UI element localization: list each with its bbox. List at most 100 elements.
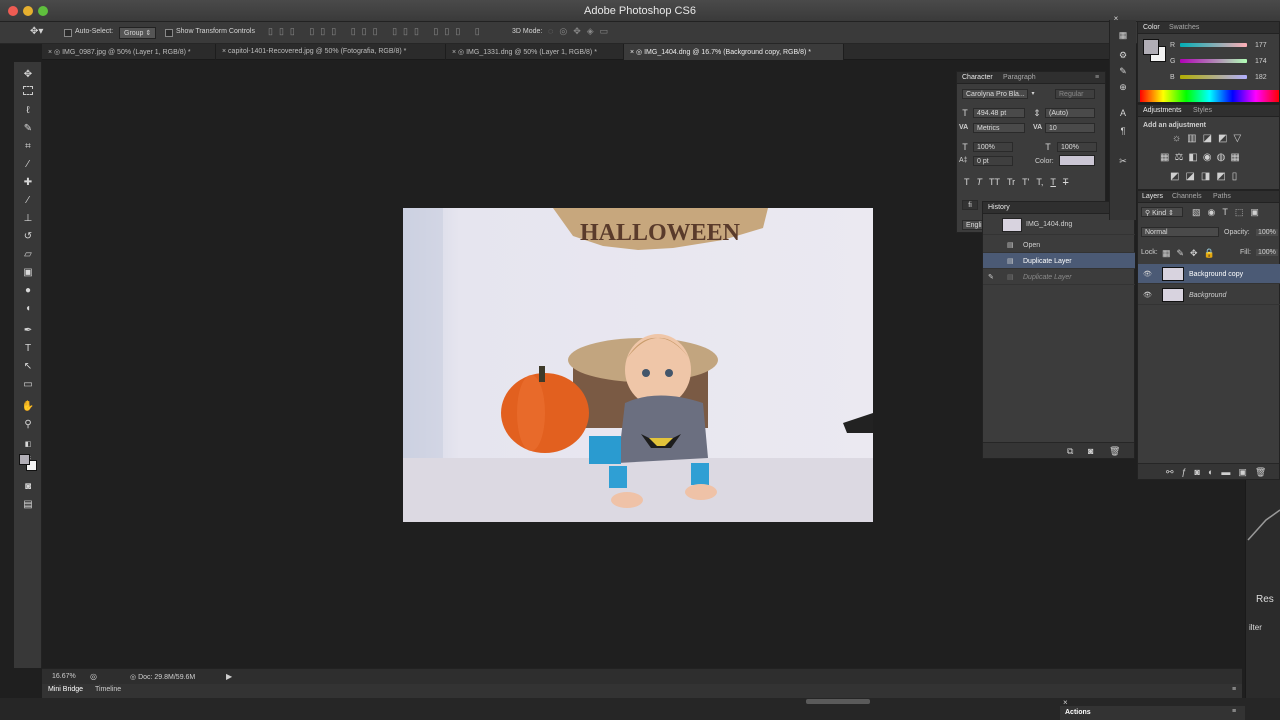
layer-footer-icons[interactable]: ⚯ƒ◙◐▬▣🗑 xyxy=(1166,467,1274,478)
screen-mode-icon[interactable]: ▤ xyxy=(21,498,35,512)
color-fg-swatch[interactable] xyxy=(1143,39,1159,55)
b-slider[interactable] xyxy=(1180,75,1247,79)
foreground-color-swatch[interactable] xyxy=(19,454,30,465)
path-selection-tool-icon[interactable]: ↖ xyxy=(21,360,35,374)
swap-colors-icon[interactable]: ◧ ⇆ xyxy=(21,438,35,462)
lasso-tool-icon[interactable]: ℓ xyxy=(21,104,35,118)
blend-mode-select[interactable]: Normal xyxy=(1141,227,1219,237)
r-slider[interactable] xyxy=(1180,43,1247,47)
rectangle-tool-icon[interactable]: ▭ xyxy=(21,378,35,392)
eyedropper-tool-icon[interactable]: ⁄ xyxy=(21,158,35,172)
properties-panel-icon[interactable]: ⚙ xyxy=(1118,50,1128,60)
layer-row-selected[interactable]: 👁 Background copy xyxy=(1138,264,1280,284)
style-button[interactable]: T xyxy=(1050,177,1056,187)
panel-menu-icon[interactable]: ≡ xyxy=(1095,74,1099,81)
healing-brush-tool-icon[interactable]: ✚ xyxy=(21,176,35,190)
auto-select-checkbox[interactable] xyxy=(64,29,72,37)
move-tool-icon[interactable]: ✥ xyxy=(21,68,35,82)
clone-source-icon[interactable]: ⊕ xyxy=(1118,82,1128,92)
tab-color[interactable]: Color xyxy=(1143,24,1160,31)
leading-field[interactable]: (Auto) xyxy=(1045,108,1095,118)
font-family-field[interactable]: Carolyna Pro Bla... xyxy=(962,89,1028,99)
move-tool-preset-icon[interactable]: ✥▾ xyxy=(30,26,43,37)
brush-panel-icon[interactable]: ✎ xyxy=(1118,66,1128,76)
kerning-field[interactable]: Metrics xyxy=(973,123,1025,133)
gradient-tool-icon[interactable]: ▣ xyxy=(21,266,35,280)
tab-paths[interactable]: Paths xyxy=(1213,193,1231,200)
tab-channels[interactable]: Channels xyxy=(1172,193,1202,200)
dock-scrollbar[interactable] xyxy=(806,699,870,704)
history-item-selected[interactable]: ▤ Duplicate Layer xyxy=(983,253,1135,269)
baseline-shift-field[interactable]: 0 pt xyxy=(973,156,1013,166)
adjustment-icons-row-2[interactable]: ▦⚖◧◉◍▦ xyxy=(1160,152,1245,163)
auto-select-dropdown[interactable]: Group ⇕ xyxy=(119,27,157,39)
history-item[interactable]: ✎ ▤ Duplicate Layer xyxy=(983,269,1135,285)
tab-swatches[interactable]: Swatches xyxy=(1169,24,1199,31)
style-button[interactable]: Tr xyxy=(1007,177,1015,187)
g-value[interactable]: 174 xyxy=(1255,58,1267,65)
status-menu-arrow[interactable]: ▶ xyxy=(226,672,232,681)
opacity-value[interactable]: 100% xyxy=(1256,229,1278,236)
adjustment-icons-row-3[interactable]: ◩◪◨◩▯ xyxy=(1170,171,1243,182)
doc-tab[interactable]: × ◎ IMG_0987.jpg @ 50% (Layer 1, RGB/8) … xyxy=(42,44,216,60)
font-size-field[interactable]: 494.48 pt xyxy=(973,108,1025,118)
3d-mode-icons[interactable]: ◌◎✥◈▭ xyxy=(548,26,614,37)
close-icon[interactable]: × xyxy=(222,48,226,55)
style-button[interactable]: T xyxy=(977,177,983,187)
history-panel-icon[interactable]: ▦ xyxy=(1118,30,1128,40)
ligature-button[interactable]: fi xyxy=(962,200,978,210)
marquee-tool-icon[interactable] xyxy=(23,86,33,95)
pen-tool-icon[interactable]: ✒ xyxy=(21,324,35,338)
panel-menu-icon[interactable]: ≡ xyxy=(1232,686,1236,693)
eye-icon[interactable]: 👁 xyxy=(1143,291,1152,299)
panel-menu-icon[interactable]: ≡ xyxy=(1232,708,1236,715)
style-button[interactable]: T xyxy=(1063,177,1069,187)
fill-value[interactable]: 100% xyxy=(1256,249,1278,256)
tracking-field[interactable]: 10 xyxy=(1045,123,1095,133)
tab-layers[interactable]: Layers xyxy=(1142,193,1163,200)
type-tool-icon[interactable]: T xyxy=(21,342,35,356)
chevron-down-icon[interactable]: ▾ xyxy=(1028,89,1038,99)
brush-tool-icon[interactable]: ⁄ xyxy=(21,194,35,208)
hand-tool-icon[interactable]: ✋ xyxy=(21,400,35,414)
layer-name[interactable]: Background xyxy=(1189,292,1226,299)
trash-icon[interactable]: 🗑 xyxy=(1109,446,1120,457)
style-button[interactable]: T, xyxy=(1036,177,1043,187)
tab-paragraph[interactable]: Paragraph xyxy=(1003,74,1036,81)
crop-tool-icon[interactable]: ⌗ xyxy=(21,140,35,154)
tab-adjustments[interactable]: Adjustments xyxy=(1143,107,1182,114)
align-buttons-icon[interactable]: ▯▯▯ ▯▯▯ ▯▯▯ ▯▯▯ ▯▯▯ ▯ xyxy=(268,26,486,37)
color-spectrum-ramp[interactable] xyxy=(1140,90,1279,102)
doc-tab[interactable]: × capitol-1401-Recovered.jpg @ 50% (Foto… xyxy=(216,44,446,60)
new-document-icon[interactable]: ⧉ xyxy=(1067,446,1073,457)
style-button[interactable]: T' xyxy=(1022,177,1029,187)
close-icon[interactable]: × xyxy=(452,49,456,56)
g-slider[interactable] xyxy=(1180,59,1247,63)
show-transform-checkbox[interactable] xyxy=(165,29,173,37)
layer-row[interactable]: 👁 Background xyxy=(1138,285,1280,305)
font-style-field[interactable]: Regular xyxy=(1055,89,1095,99)
actions-panel-tab[interactable]: Actions ≡ xyxy=(1060,706,1245,720)
style-button[interactable]: TT xyxy=(989,177,1000,187)
lock-icons[interactable]: ▦✎✥🔒 xyxy=(1162,248,1221,259)
eye-icon[interactable]: 👁 xyxy=(1143,270,1152,278)
b-value[interactable]: 182 xyxy=(1255,74,1267,81)
style-button[interactable]: T xyxy=(964,177,970,187)
doc-tab-active[interactable]: × ◎ IMG_1404.dng @ 16.7% (Background cop… xyxy=(624,44,844,60)
layer-filter-icons[interactable]: ▧◉T⬚▣ xyxy=(1192,207,1266,218)
r-value[interactable]: 177 xyxy=(1255,42,1267,49)
tab-history[interactable]: History xyxy=(988,204,1010,211)
adjustment-icons-row-1[interactable]: ☼▥◪◩▽ xyxy=(1172,133,1247,144)
clone-stamp-tool-icon[interactable]: ⊥ xyxy=(21,212,35,226)
eraser-tool-icon[interactable]: ▱ xyxy=(21,248,35,262)
blur-tool-icon[interactable]: ● xyxy=(21,284,35,298)
layer-name[interactable]: Background copy xyxy=(1189,271,1243,278)
quick-mask-icon[interactable]: ◙ xyxy=(21,480,35,494)
layer-filter-kind[interactable]: ⚲ Kind ⇕ xyxy=(1141,207,1183,217)
quick-select-tool-icon[interactable]: ✎ xyxy=(21,122,35,136)
text-color-swatch[interactable] xyxy=(1059,155,1095,166)
close-icon[interactable]: × xyxy=(630,49,634,56)
tab-mini-bridge[interactable]: Mini Bridge xyxy=(48,686,83,693)
tab-character[interactable]: Character xyxy=(962,74,993,81)
zoom-tool-icon[interactable]: ⚲ xyxy=(21,418,35,432)
